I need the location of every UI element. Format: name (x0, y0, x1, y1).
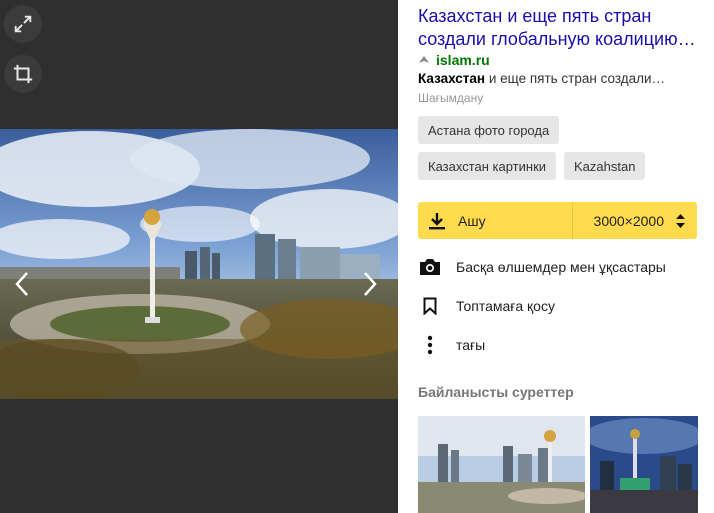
download-bar: Ашу 3000×2000 (418, 202, 697, 239)
related-images-heading: Байланысты суреттер (418, 384, 574, 400)
page-title-link[interactable]: Казахстан и еще пять стран создали глоба… (418, 5, 700, 51)
chevron-right-icon (364, 272, 377, 296)
snippet-rest: и еще пять стран создали… (485, 71, 666, 86)
details-panel: Казахстан и еще пять стран создали глоба… (418, 0, 702, 513)
crop-button[interactable] (4, 55, 42, 93)
related-image-thumb[interactable] (418, 416, 585, 513)
sort-arrows-icon (676, 213, 685, 228)
snippet-text: Казахстан и еще пять стран создали… (418, 70, 700, 88)
site-favicon-icon (419, 56, 429, 63)
size-value: 3000×2000 (593, 212, 664, 229)
tag-item[interactable]: Казахстан картинки (418, 152, 557, 180)
bookmark-icon (423, 297, 437, 315)
download-icon (429, 212, 445, 229)
add-to-collection-action[interactable]: Топтамаға қосу (418, 291, 555, 321)
source-link[interactable]: islam.ru (436, 52, 490, 68)
similar-images-action[interactable]: Басқа өлшемдер мен ұқсастары (418, 252, 666, 282)
download-label: Ашу (458, 212, 486, 229)
complain-link[interactable]: Шағымдану (418, 91, 483, 105)
main-photo[interactable] (0, 129, 398, 399)
expand-button[interactable] (4, 5, 42, 43)
next-image-button[interactable] (360, 268, 380, 300)
snippet-bold: Казахстан (418, 71, 486, 86)
more-vertical-icon (427, 335, 433, 355)
related-image-thumb[interactable] (590, 416, 698, 513)
camera-icon (420, 259, 440, 275)
chevron-left-icon (15, 272, 28, 296)
source-row: islam.ru (418, 50, 490, 70)
download-button[interactable]: Ашу (418, 202, 572, 239)
tag-item[interactable]: Астана фото города (418, 116, 560, 144)
size-select[interactable]: 3000×2000 (573, 213, 697, 229)
tag-item[interactable]: Kazahstan (564, 152, 646, 180)
related-image-1 (418, 416, 585, 513)
related-image-2 (590, 416, 698, 513)
bookmark-icon-wrap (418, 297, 442, 315)
camera-icon-wrap (418, 258, 442, 276)
expand-icon (14, 15, 32, 33)
add-to-collection-label: Топтамаға қосу (456, 298, 555, 314)
prev-image-button[interactable] (12, 268, 32, 300)
astana-photo (0, 129, 398, 399)
more-icon-wrap (418, 335, 442, 355)
more-label: тағы (456, 337, 486, 353)
crop-icon (13, 64, 33, 84)
more-action[interactable]: тағы (418, 330, 485, 360)
image-viewer (0, 0, 398, 513)
similar-images-label: Басқа өлшемдер мен ұқсастары (456, 259, 666, 275)
